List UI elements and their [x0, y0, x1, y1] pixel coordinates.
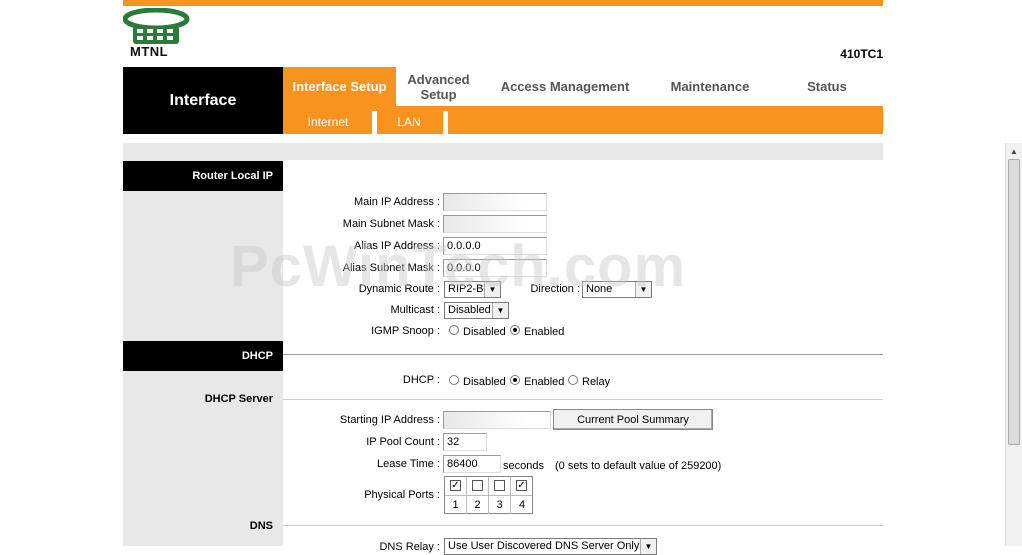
dhcp-disabled-label: Disabled — [463, 376, 506, 388]
dns-relay-select[interactable]: Use User Discovered DNS Server Only ▼ — [444, 538, 657, 555]
section-divider — [283, 525, 883, 526]
dns-relay-value: Use User Discovered DNS Server Only — [448, 540, 640, 552]
port-2-checkbox[interactable] — [472, 480, 483, 491]
tab-status[interactable]: Status — [771, 67, 883, 106]
igmp-snoop-label: IGMP Snoop : — [371, 325, 440, 337]
tab-interface-setup[interactable]: Interface Setup — [283, 67, 396, 106]
subtab-divider — [372, 111, 377, 134]
subtab-internet[interactable]: Internet — [293, 111, 363, 132]
direction-select[interactable]: None ▼ — [582, 281, 652, 298]
alias-ip-input[interactable]: 0.0.0.0 — [443, 237, 547, 255]
scroll-up-arrow-icon[interactable]: ▲ — [1006, 143, 1022, 159]
tab-maintenance[interactable]: Maintenance — [649, 67, 771, 106]
dhcp-relay-radio[interactable] — [568, 375, 578, 385]
lease-time-note: (0 sets to default value of 259200) — [555, 460, 722, 472]
igmp-enabled-radio[interactable] — [510, 325, 520, 335]
scrollbar-thumb[interactable] — [1008, 159, 1020, 445]
vertical-scrollbar[interactable]: ▲ — [1005, 143, 1022, 546]
alias-subnet-label: Alias Subnet Mask : — [342, 262, 440, 274]
chevron-down-icon: ▼ — [640, 539, 656, 554]
dhcp-mode-label: DHCP : — [402, 374, 440, 386]
subtab-lan[interactable]: LAN — [379, 111, 439, 132]
port-cell — [489, 477, 511, 495]
chevron-down-icon: ▼ — [635, 282, 651, 297]
section-dns: DNS — [249, 520, 273, 532]
nav-tabs: Interface Setup Advanced Setup Access Ma… — [283, 67, 883, 106]
chevron-down-icon: ▼ — [484, 282, 500, 297]
port-number: 2 — [467, 496, 489, 514]
content-top-bar — [123, 143, 883, 160]
logo-text: MTNL — [130, 44, 169, 59]
ip-pool-count-input[interactable]: 32 — [443, 433, 487, 451]
dynamic-route-value: RIP2-B — [448, 283, 484, 295]
port-1-checkbox[interactable]: ✓ — [450, 480, 461, 491]
interface-title: Interface — [123, 67, 283, 134]
top-accent-bar — [123, 0, 883, 6]
subtab-divider — [443, 111, 448, 134]
direction-label: Direction : — [530, 283, 580, 295]
tab-advanced-setup[interactable]: Advanced Setup — [396, 67, 481, 106]
port-4-checkbox[interactable]: ✓ — [516, 480, 527, 491]
dynamic-route-label: Dynamic Route : — [358, 283, 440, 295]
alias-subnet-input[interactable]: 0.0.0.0 — [443, 259, 547, 277]
lease-time-label: Lease Time : — [377, 458, 440, 470]
dhcp-disabled-radio[interactable] — [449, 375, 459, 385]
tab-access-management[interactable]: Access Management — [481, 67, 649, 106]
starting-ip-label: Starting IP Address : — [339, 414, 440, 426]
lease-time-unit: seconds — [503, 460, 544, 472]
sub-navigation: Internet LAN — [283, 106, 883, 134]
section-dhcp-server: DHCP Server — [204, 393, 273, 405]
dns-relay-label: DNS Relay : — [379, 541, 440, 553]
multicast-value: Disabled — [448, 304, 491, 316]
main-subnet-label: Main Subnet Mask : — [342, 218, 440, 230]
main-navigation: Interface Interface Setup Advanced Setup… — [123, 67, 883, 134]
section-divider — [283, 399, 883, 400]
alias-ip-label: Alias IP Address : — [353, 240, 440, 252]
main-subnet-input[interactable] — [443, 215, 547, 233]
port-number: 1 — [445, 496, 467, 514]
igmp-enabled-label: Enabled — [524, 326, 565, 338]
port-3-checkbox[interactable] — [494, 480, 505, 491]
dynamic-route-select[interactable]: RIP2-B ▼ — [444, 281, 501, 298]
lease-time-input[interactable]: 86400 — [443, 455, 501, 473]
igmp-disabled-radio[interactable] — [449, 325, 459, 335]
model-name: 410TC1 — [840, 47, 883, 61]
multicast-select[interactable]: Disabled ▼ — [444, 302, 509, 319]
main-ip-label: Main IP Address : — [353, 196, 440, 208]
dhcp-enabled-label: Enabled — [524, 376, 565, 388]
port-cell — [467, 477, 489, 495]
dhcp-enabled-radio[interactable] — [510, 375, 520, 385]
main-ip-input[interactable] — [443, 193, 547, 211]
port-number: 3 — [489, 496, 511, 514]
port-cell: ✓ — [445, 477, 467, 495]
dhcp-relay-label: Relay — [582, 376, 611, 388]
current-pool-summary-button[interactable]: Current Pool Summary — [553, 409, 713, 430]
igmp-disabled-label: Disabled — [463, 326, 506, 338]
section-dhcp: DHCP — [123, 341, 283, 371]
port-number: 4 — [518, 499, 526, 511]
physical-ports-label: Physical Ports : — [364, 489, 440, 501]
port-cell: ✓ — [511, 477, 533, 495]
chevron-down-icon: ▼ — [492, 303, 508, 318]
multicast-label: Multicast : — [390, 304, 440, 316]
section-router-local-ip: Router Local IP — [123, 161, 283, 191]
physical-ports-grid: ✓ ✓ 1 2 3 4 — [444, 476, 533, 514]
ip-pool-count-label: IP Pool Count : — [366, 436, 440, 448]
section-divider — [283, 354, 883, 355]
direction-value: None — [586, 283, 613, 295]
starting-ip-input[interactable] — [443, 411, 551, 429]
